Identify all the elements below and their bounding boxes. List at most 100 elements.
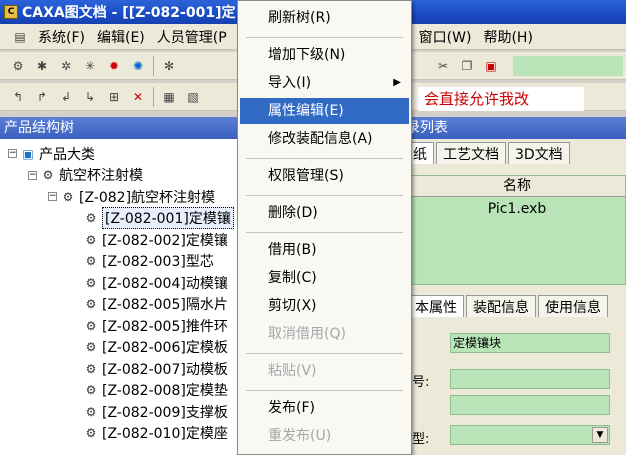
paste-icon[interactable]: ▣ (481, 56, 501, 76)
assembly-icon: ⚙ (62, 189, 74, 204)
context-menu-item-label: 导入(I) (268, 75, 312, 91)
tree-item[interactable]: ⚙ [Z-082-006]定模板 (84, 337, 228, 358)
part-icon: ⚙ (85, 340, 97, 354)
menu-edit[interactable]: 编辑(E) (91, 27, 151, 47)
context-menu-item[interactable]: 属性编辑(E) (240, 98, 409, 124)
grid-header-name[interactable]: 名称 (409, 176, 625, 197)
tool-icon[interactable]: ▧ (183, 87, 203, 107)
context-menu-item[interactable]: 权限管理(S) (240, 163, 409, 189)
context-menu-item[interactable]: 复制(C) (240, 265, 409, 291)
tree-item[interactable]: ⚙ [Z-082-005]隔水片 (84, 294, 228, 315)
part-icon: ⚙ (85, 404, 97, 419)
menu-personnel[interactable]: 人员管理(P (151, 27, 233, 47)
hint-text: 会直接允许我改 (418, 87, 584, 111)
tool-icon[interactable]: ↳ (80, 87, 100, 107)
delete-icon[interactable]: ✕ (128, 87, 148, 107)
doc-tabs: 纸 工艺文档 3D文档 (398, 139, 626, 165)
chevron-down-icon[interactable]: ▼ (592, 427, 608, 443)
part-icon: ⚙ (85, 275, 97, 290)
part-icon: ⚙ (85, 383, 97, 397)
menu-separator (246, 353, 403, 354)
copy-icon[interactable]: ❐ (457, 56, 477, 76)
code-label: 号: (412, 375, 430, 390)
context-menu-item[interactable]: 刷新树(R) (240, 5, 409, 31)
context-menu-item-label: 重发布(U) (268, 428, 332, 444)
tab-3d-docs[interactable]: 3D文档 (508, 142, 570, 164)
tree-item[interactable]: ⚙ [Z-082-010]定模座 (84, 423, 228, 444)
tree-item-label: 产品大类 (39, 146, 95, 163)
tree-item[interactable]: ⚙ [Z-082-002]定模镶 (84, 229, 228, 250)
tab-assembly-info[interactable]: 装配信息 (466, 295, 536, 317)
context-menu-item[interactable]: 发布(F) (240, 395, 409, 421)
tree-item[interactable]: ⚙ [Z-082-005]推件环 (84, 315, 228, 336)
tool-icon[interactable]: ✹ (104, 56, 124, 76)
context-menu-item-label: 剪切(X) (268, 298, 317, 314)
menu-separator (246, 195, 403, 196)
tree-item[interactable]: ⚙ [Z-082-004]动模镶 (84, 272, 228, 293)
tool-icon[interactable]: ↲ (56, 87, 76, 107)
context-menu-item[interactable]: 导入(I) ▶ (240, 70, 409, 96)
tool-icon[interactable]: ✲ (56, 56, 76, 76)
collapse-icon[interactable]: − (28, 170, 37, 180)
context-menu-item[interactable]: 删除(D) (240, 200, 409, 226)
tree-item[interactable]: − ⚙ [Z-082]航空杯注射模 (48, 186, 215, 207)
context-menu-item-label: 发布(F) (268, 400, 315, 416)
tree-item-label: [Z-082-004]动模镶 (102, 275, 228, 292)
submenu-arrow-icon: ▶ (393, 77, 401, 88)
tree-item[interactable]: − ⚙ 航空杯注射模 (28, 165, 143, 186)
window-title: CAXA图文档 - [[Z-082-001]定 (22, 5, 236, 21)
assembly-icon: ⚙ (42, 168, 54, 182)
menu-system[interactable]: 系统(F) (32, 27, 91, 47)
property-tabs: 本属性 装配信息 使用信息 (408, 295, 610, 317)
context-menu-item-label: 权限管理(S) (268, 168, 344, 184)
cut-icon[interactable]: ✂ (433, 56, 453, 76)
menu-help[interactable]: 帮助(H) (477, 27, 538, 47)
table-row[interactable]: Pic1.exb (409, 197, 625, 221)
tree-item[interactable]: ⚙ [Z-082-008]定模垫 (84, 380, 228, 401)
tree-item[interactable]: ⚙ [Z-082-009]支撑板 (84, 401, 228, 422)
tree-item[interactable]: ⚙ [Z-082-003]型芯 (84, 251, 214, 272)
type-label: 型: (412, 432, 430, 447)
tool-icon[interactable]: ↱ (32, 87, 52, 107)
context-menu-item-label: 刷新树(R) (268, 10, 331, 26)
tab-process-docs[interactable]: 工艺文档 (436, 142, 506, 164)
context-menu-item[interactable]: 增加下级(N) (240, 42, 409, 68)
tab-usage-info[interactable]: 使用信息 (538, 295, 608, 317)
tool-icon[interactable]: ✺ (128, 56, 148, 76)
context-menu: 刷新树(R) 增加下级(N) 导入(I) ▶ 属性编辑(E) 修改装配信息(A) 权限管理(… (237, 0, 412, 455)
toolbar-field[interactable] (513, 56, 623, 76)
menu-separator (246, 390, 403, 391)
tool-icon[interactable]: ▦ (159, 87, 179, 107)
tool-icon[interactable]: ✱ (32, 56, 52, 76)
tool-icon[interactable]: ✻ (159, 56, 179, 76)
tree-item-label: [Z-082-001]定模镶 (102, 207, 234, 229)
tool-icon[interactable]: ⚙ (8, 56, 28, 76)
context-menu-item[interactable]: 借用(B) (240, 237, 409, 263)
doc-grid: 名称 Pic1.exb (408, 175, 626, 285)
context-menu-item[interactable]: 剪切(X) (240, 293, 409, 319)
menu-separator (246, 158, 403, 159)
tab-basic-props[interactable]: 本属性 (408, 295, 464, 317)
tree-item[interactable]: − ▣ 产品大类 (8, 143, 95, 164)
tree-item-label: [Z-082-005]隔水片 (102, 297, 228, 313)
part-icon: ⚙ (85, 297, 97, 311)
tree-item-label: [Z-082-010]定模座 (102, 426, 228, 442)
part-icon: ⚙ (85, 254, 97, 268)
tree-item-label: [Z-082-007]动模板 (102, 361, 228, 378)
spec-field[interactable] (450, 395, 610, 415)
tool-icon[interactable]: ✳ (80, 56, 100, 76)
collapse-icon[interactable]: − (48, 192, 57, 201)
part-icon: ⚙ (85, 211, 97, 225)
tool-icon[interactable]: ⊞ (104, 87, 124, 107)
type-select[interactable]: ▼ (450, 425, 610, 445)
tool-icon[interactable]: ↰ (8, 87, 28, 107)
tree-item[interactable]: ⚙ [Z-082-007]动模板 (84, 358, 228, 379)
tree-item-label: 航空杯注射模 (59, 168, 143, 184)
collapse-icon[interactable]: − (8, 149, 17, 158)
tree-item[interactable]: ⚙ [Z-082-001]定模镶 (84, 207, 234, 229)
context-menu-item[interactable]: 修改装配信息(A) (240, 126, 409, 152)
doc-icon: ▤ (14, 29, 26, 44)
menu-window[interactable]: 窗口(W) (413, 27, 478, 47)
name-field[interactable]: 定模镶块 (450, 333, 610, 353)
code-field[interactable] (450, 369, 610, 389)
